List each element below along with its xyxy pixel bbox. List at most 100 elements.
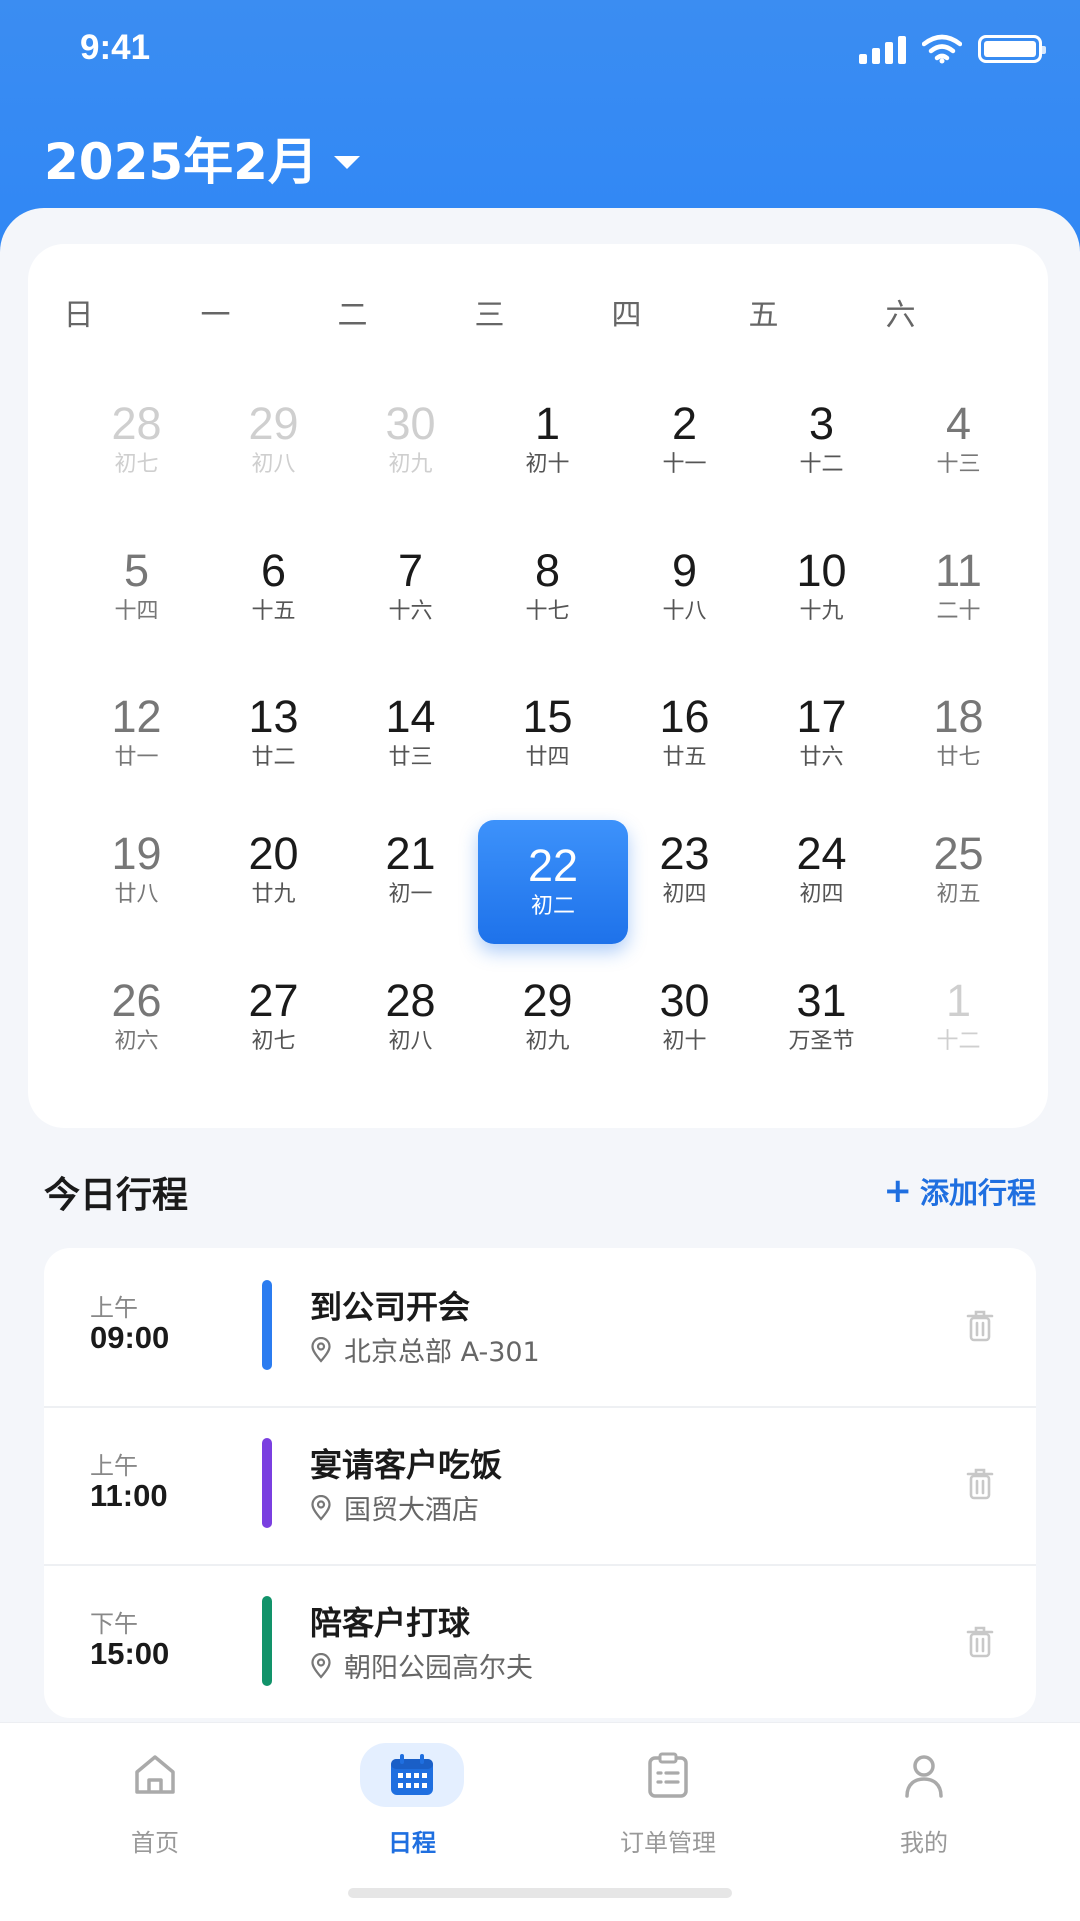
lunar-date: 万圣节 <box>788 1029 855 1054</box>
tab-orders[interactable]: 订单管理 <box>568 1743 768 1858</box>
event-location-text: 朝阳公园高尔夫 <box>344 1653 533 1684</box>
trash-icon[interactable] <box>964 1466 996 1502</box>
calendar-day[interactable]: 25 初五 <box>890 820 1027 940</box>
calendar-day[interactable]: 16 廿五 <box>616 683 753 803</box>
calendar-day[interactable]: 26 初六 <box>68 967 205 1087</box>
day-number: 23 <box>659 828 710 879</box>
calendar-day[interactable]: 22 初二 <box>478 820 628 944</box>
day-number: 1 <box>945 975 972 1026</box>
day-number: 1 <box>534 398 561 449</box>
calendar-day[interactable]: 12 廿一 <box>68 683 205 803</box>
calendar-day[interactable]: 24 初四 <box>753 820 890 940</box>
lunar-date: 初六 <box>114 1029 159 1054</box>
calendar-day[interactable]: 6 十五 <box>205 537 342 657</box>
calendar-day[interactable]: 1 初十 <box>479 390 616 510</box>
event-title: 陪客户打球 <box>310 1604 471 1642</box>
day-number: 15 <box>522 691 573 742</box>
calendar-day[interactable]: 23 初四 <box>616 820 753 940</box>
calendar-day[interactable]: 8 十七 <box>479 537 616 657</box>
tab-label: 日程 <box>388 1829 436 1857</box>
event-time: 09:00 <box>90 1320 170 1355</box>
lunar-date: 十二 <box>799 452 844 477</box>
calendar-day[interactable]: 30 初九 <box>342 390 479 510</box>
calendar-day[interactable]: 2 十一 <box>616 390 753 510</box>
calendar-day[interactable]: 29 初九 <box>479 967 616 1087</box>
calendar-day[interactable]: 9 十八 <box>616 537 753 657</box>
event-color-bar <box>262 1596 272 1686</box>
tab-home[interactable]: 首页 <box>55 1743 255 1858</box>
calendar-day[interactable]: 19 廿八 <box>68 820 205 940</box>
trash-icon[interactable] <box>964 1308 996 1344</box>
schedule-list: 上午 09:00 到公司开会 北京总部 A-301 上午 11:00 宴请客户吃饭 国贸大酒店… <box>44 1248 1036 1718</box>
event-location-text: 国贸大酒店 <box>344 1495 479 1526</box>
event-color-bar <box>262 1280 272 1370</box>
day-number: 20 <box>248 828 299 879</box>
calendar-day[interactable]: 11 二十 <box>890 537 1027 657</box>
calendar-day[interactable]: 20 廿九 <box>205 820 342 940</box>
day-number: 3 <box>808 398 835 449</box>
weekday-label: 五 <box>748 298 779 333</box>
day-number: 16 <box>659 691 710 742</box>
weekday-row: 日一二三四五六 <box>64 290 1032 333</box>
calendar-day[interactable]: 28 初七 <box>68 390 205 510</box>
schedule-item[interactable]: 上午 09:00 到公司开会 北京总部 A-301 <box>44 1248 1036 1406</box>
calendar-day[interactable]: 7 十六 <box>342 537 479 657</box>
event-title: 宴请客户吃饭 <box>310 1446 503 1484</box>
calendar-day[interactable]: 18 廿七 <box>890 683 1027 803</box>
lunar-date: 十五 <box>251 599 296 624</box>
plus-icon: + <box>883 1171 912 1211</box>
add-schedule-button[interactable]: + 添加行程 <box>883 1170 1036 1212</box>
add-schedule-label: 添加行程 <box>919 1176 1036 1210</box>
calendar-day[interactable]: 13 廿二 <box>205 683 342 803</box>
calendar-day[interactable]: 4 十三 <box>890 390 1027 510</box>
calendar-day[interactable]: 31 万圣节 <box>753 967 890 1087</box>
month-selector[interactable]: 2025年2月 <box>44 122 360 194</box>
event-location: 朝阳公园高尔夫 <box>310 1646 533 1685</box>
lunar-date: 十八 <box>662 599 707 624</box>
calendar-day[interactable]: 5 十四 <box>68 537 205 657</box>
tab-schedule[interactable]: 日程 <box>312 1743 512 1858</box>
day-number: 17 <box>796 691 847 742</box>
calendar-day[interactable]: 15 廿四 <box>479 683 616 803</box>
day-number: 25 <box>933 828 984 879</box>
calendar-day[interactable]: 28 初八 <box>342 967 479 1087</box>
lunar-date: 初八 <box>388 1029 433 1054</box>
schedule-item[interactable]: 下午 15:00 陪客户打球 朝阳公园高尔夫 <box>44 1564 1036 1718</box>
calendar-day[interactable]: 17 廿六 <box>753 683 890 803</box>
lunar-date: 廿四 <box>525 745 570 770</box>
day-number: 5 <box>123 545 150 596</box>
caret-down-icon <box>333 155 360 169</box>
lunar-date: 初九 <box>388 452 433 477</box>
tab-profile[interactable]: 我的 <box>824 1743 1024 1858</box>
day-number: 19 <box>111 828 162 879</box>
calendar-day[interactable]: 10 十九 <box>753 537 890 657</box>
day-number: 31 <box>796 975 847 1026</box>
trash-icon[interactable] <box>964 1624 996 1660</box>
home-indicator <box>348 1888 732 1898</box>
calendar-day[interactable]: 1 十二 <box>890 967 1027 1087</box>
calendar-day[interactable]: 21 初一 <box>342 820 479 940</box>
calendar-day[interactable]: 3 十二 <box>753 390 890 510</box>
event-location: 国贸大酒店 <box>310 1488 479 1527</box>
calendar-day[interactable]: 29 初八 <box>205 390 342 510</box>
battery-icon <box>978 35 1046 63</box>
status-time: 9:41 <box>80 28 151 67</box>
wifi-icon <box>922 34 962 64</box>
event-time: 15:00 <box>90 1636 170 1671</box>
calendar-day[interactable]: 14 廿三 <box>342 683 479 803</box>
lunar-date: 初四 <box>799 882 844 907</box>
section-title: 今日行程 <box>44 1175 189 1216</box>
lunar-date: 十九 <box>799 599 844 624</box>
calendar-day[interactable]: 27 初七 <box>205 967 342 1087</box>
lunar-date: 廿五 <box>662 745 707 770</box>
day-number: 7 <box>397 545 424 596</box>
month-title: 2025年2月 <box>44 133 318 191</box>
day-number: 28 <box>385 975 436 1026</box>
weekday-label: 二 <box>337 298 368 333</box>
calendar-day[interactable]: 30 初十 <box>616 967 753 1087</box>
schedule-item[interactable]: 上午 11:00 宴请客户吃饭 国贸大酒店 <box>44 1406 1036 1564</box>
lunar-date: 十三 <box>936 452 981 477</box>
lunar-date: 廿三 <box>388 745 433 770</box>
divider <box>44 1564 1036 1566</box>
tab-label: 订单管理 <box>620 1829 716 1857</box>
